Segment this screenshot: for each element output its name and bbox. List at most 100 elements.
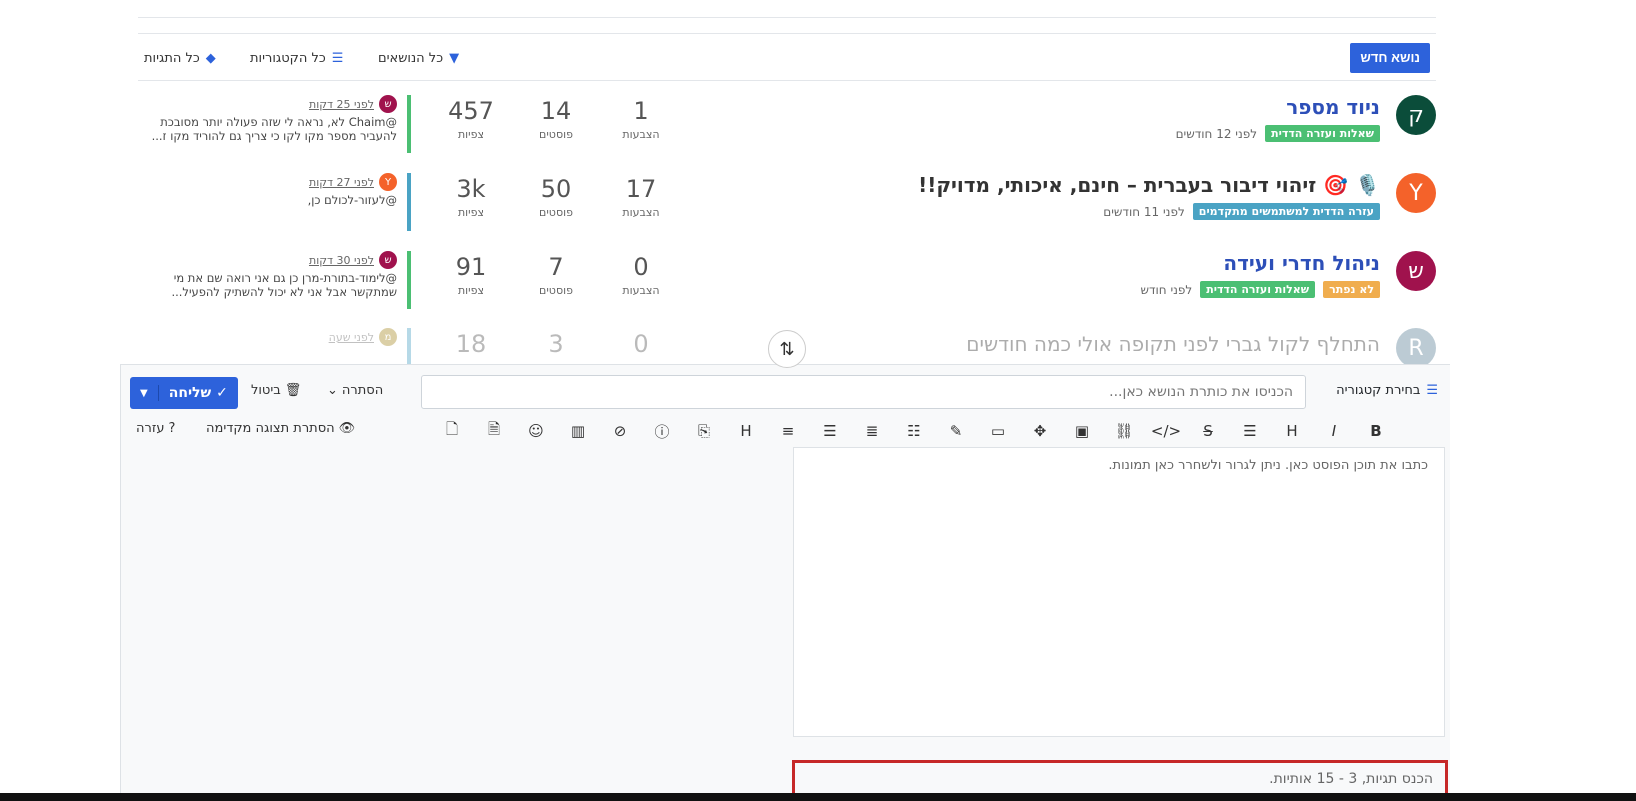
avatar[interactable]: ש (379, 95, 397, 113)
last-post-time[interactable]: לפני שעה (329, 331, 374, 344)
list-icon: ☰ (331, 50, 344, 66)
all-categories-filter[interactable]: ☰ כל הקטגוריות (250, 34, 343, 82)
avatar: מ (379, 328, 397, 346)
topic-toolbar: נושא חדש ▼ כל הנושאים ☰ כל הקטגוריות ◆ כ… (138, 33, 1436, 81)
avatar[interactable]: Y (379, 173, 397, 191)
post-count: 3 (548, 330, 564, 358)
category-tag[interactable]: שאלות ועזרה הדדית (1265, 125, 1380, 142)
top-card (138, 0, 1436, 18)
category-label: בחירת קטגוריה (1336, 383, 1421, 398)
topic-time: לפני 11 חודשים (1103, 204, 1185, 219)
composer: ☰ בחירת קטגוריה הסתרה ⌄ 🗑 ביטול ▼ שליחה✓… (120, 364, 1450, 801)
emoji-icon[interactable]: ☺ (515, 422, 557, 440)
post-body-textarea[interactable]: כתבו את תוכן הפוסט כאן. ניתן לגרור ולשחר… (793, 447, 1445, 737)
check-icon: ✓ (216, 385, 228, 401)
puzzle-icon[interactable]: ✥ (1019, 422, 1061, 440)
last-post: מ לפני שעה (138, 328, 411, 364)
tags-icon: ◆ (205, 50, 216, 66)
vote-count: 0 (633, 330, 649, 358)
chart-icon[interactable]: ▥ (557, 422, 599, 440)
id-card-icon[interactable]: ▭ (977, 422, 1019, 440)
heading-icon[interactable]: H (725, 422, 767, 440)
code-icon[interactable]: </> (1145, 422, 1187, 440)
new-topic-button[interactable]: נושא חדש (1350, 43, 1430, 73)
last-post-excerpt[interactable]: @Chaim לא, נראה לי שזה פעולה יותר מסובכת… (138, 115, 397, 143)
topic-title[interactable]: 🎙️ 🎯 זיהוי דיבור בעברית – חינם, איכותי, … (918, 173, 1380, 197)
align-center-icon[interactable]: ≣ (851, 422, 893, 440)
link-icon[interactable]: ⛓ (1103, 422, 1145, 440)
caret-down-icon[interactable]: ▼ (130, 388, 158, 399)
topic-meta: לא נפתר שאלות ועזרה הדדית לפני חודש (1140, 281, 1380, 298)
hide-composer-button[interactable]: הסתרה ⌄ (327, 383, 383, 398)
cancel-label: ביטול (251, 383, 281, 398)
avatar[interactable]: Y (1396, 173, 1436, 213)
avatar[interactable]: ק (1396, 95, 1436, 135)
bold-icon[interactable]: B (1355, 422, 1397, 440)
view-count: 18 (455, 330, 487, 358)
category-tag[interactable]: עזרה הדדית למשתמשים מתקדמים (1192, 203, 1380, 220)
align-justify-icon[interactable]: ≡ (767, 422, 809, 440)
topic-row[interactable]: ק ניוד מספר שאלות ועזרה הדדית לפני 12 חוד… (138, 95, 1436, 173)
all-topics-label: כל הנושאים (378, 50, 444, 66)
vote-count: 1 הצבעות (622, 97, 660, 141)
trash-icon: 🗑 (284, 383, 302, 398)
all-tags-label: כל התגיות (144, 50, 200, 66)
hide-preview-button[interactable]: 👁 הסתרת תצוגה מקדימה (206, 421, 355, 436)
align-right-icon[interactable]: ☰ (809, 422, 851, 440)
file-code-icon[interactable]: ⎘ (683, 422, 725, 440)
last-post-time[interactable]: לפני 30 דקות (309, 254, 374, 267)
hide-label: הסתרה (341, 383, 384, 398)
topic-time: לפני חודש (1140, 282, 1193, 297)
eye-icon: 👁 (338, 421, 356, 436)
send-label: שליחה (168, 385, 212, 401)
all-tags-filter[interactable]: ◆ כל התגיות (144, 34, 216, 82)
category-tag[interactable]: שאלות ועזרה הדדית (1200, 281, 1316, 298)
image-icon[interactable]: ▣ (1061, 422, 1103, 440)
cancel-button[interactable]: 🗑 ביטול (251, 383, 301, 398)
topic-title[interactable]: ניוד מספר (1286, 95, 1380, 119)
view-count: 457 צפיות (448, 97, 494, 141)
view-count: 91 צפיות (455, 253, 487, 297)
topic-row[interactable]: Y 🎙️ 🎯 זיהוי דיבור בעברית – חינם, איכותי… (138, 173, 1436, 251)
avatar[interactable]: ש (1396, 251, 1436, 291)
topic-time: לפני 12 חודשים (1175, 126, 1258, 141)
all-topics-filter[interactable]: ▼ כל הנושאים (378, 34, 459, 82)
topic-row[interactable]: ש ניהול חדרי ועידה לא נפתר שאלות ועזרה הד… (138, 251, 1436, 329)
spoiler-icon[interactable]: ⊘ (599, 422, 641, 440)
topic-title[interactable]: ניהול חדרי ועידה (1223, 251, 1380, 275)
send-button-group[interactable]: ▼ שליחה ✓ (130, 377, 238, 409)
vote-count: 17 הצבעות (622, 175, 660, 219)
view-count: 3k צפיות (456, 175, 486, 219)
topic-title[interactable]: התחלף לקול גברי לפני תקופה אולי כמה חודש… (966, 332, 1380, 356)
topic-meta: עזרה הדדית למשתמשים מתקדמים לפני 11 חודשי… (1103, 203, 1380, 220)
all-categories-label: כל הקטגוריות (250, 50, 326, 66)
last-post: ש לפני 25 דקות @Chaim לא, נראה לי שזה פעו… (138, 95, 411, 153)
category-selector[interactable]: ☰ בחירת קטגוריה (1336, 383, 1438, 398)
formatting-bar: 🗋 🗎 ☺ ▥ ⊘ ⓘ ⎘ H ≡ ☰ ≣ ☷ ✎ ▭ ✥ ▣ ⛓ </> S … (431, 419, 1397, 443)
align-left-icon[interactable]: ☷ (893, 422, 935, 440)
list-icon[interactable]: ☰ (1229, 422, 1271, 440)
post-count: 50 פוסטים (539, 175, 573, 219)
topic-title-input[interactable] (421, 375, 1306, 409)
help-label: עזרה (136, 421, 165, 436)
question-icon: ? (168, 421, 176, 436)
help-button[interactable]: ? עזרה (136, 421, 175, 436)
header-icon[interactable]: H (1271, 422, 1313, 440)
italic-icon[interactable]: I (1313, 422, 1355, 440)
swap-arrows-icon[interactable]: ⇅ (768, 330, 806, 368)
hide-preview-label: הסתרת תצוגה מקדימה (206, 421, 335, 436)
last-post-time[interactable]: לפני 25 דקות (309, 98, 374, 111)
avatar[interactable]: ש (379, 251, 397, 269)
avatar: R (1396, 328, 1436, 368)
last-post-excerpt[interactable]: @לימוד-בתורת-מרן כן גם אני רואה שם את מי… (138, 271, 397, 299)
category-tag[interactable]: לא נפתר (1323, 281, 1380, 298)
pdf-icon[interactable]: 🗎 (473, 419, 515, 444)
send-button[interactable]: שליחה ✓ (157, 385, 238, 401)
info-icon[interactable]: ⓘ (641, 421, 683, 442)
last-post-excerpt[interactable]: @לעזור-לכולם כן, (138, 193, 397, 207)
list-icon: ☰ (1426, 383, 1438, 398)
color-picker-icon[interactable]: ✎ (935, 422, 977, 440)
file-icon[interactable]: 🗋 (431, 419, 473, 444)
strikethrough-icon[interactable]: S (1187, 422, 1229, 440)
last-post-time[interactable]: לפני 27 דקות (309, 176, 374, 189)
